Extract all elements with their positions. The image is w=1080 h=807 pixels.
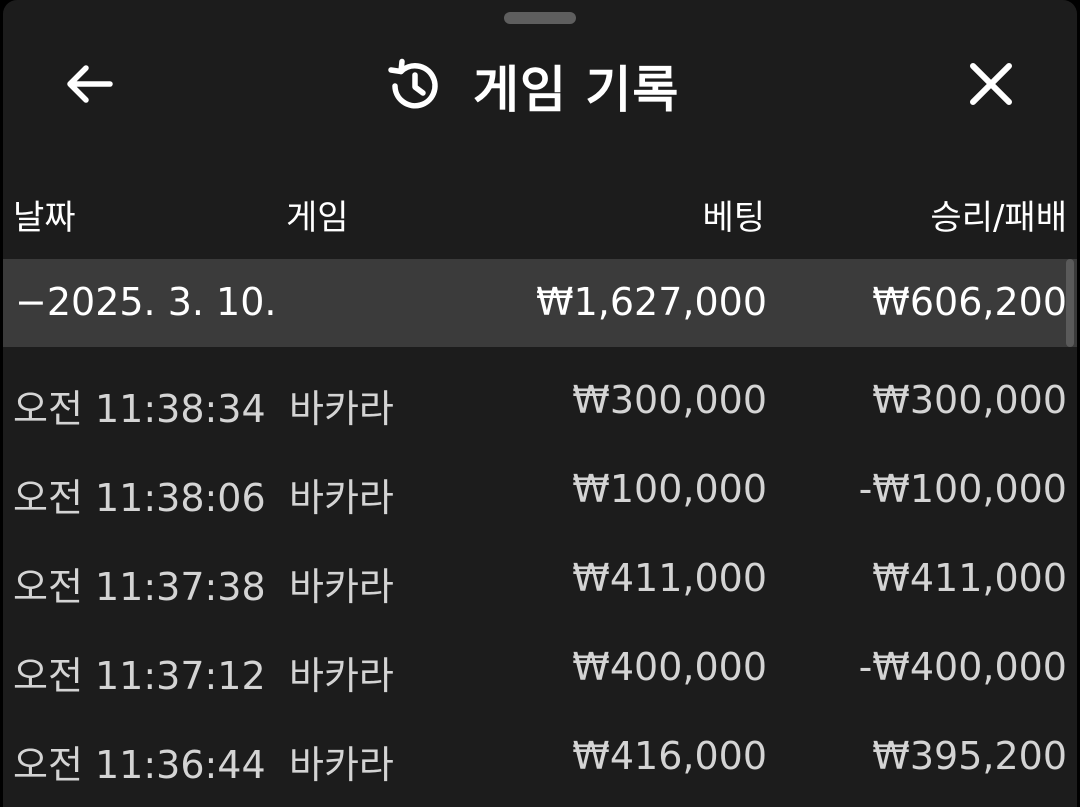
table-header: 날짜 게임 베팅 승리/패배 — [3, 178, 1077, 248]
row-time: 오전 11:38:34 — [13, 387, 266, 431]
table-row[interactable]: 오전 11:38:06 바카라 ₩100,000 -₩100,000 — [3, 445, 1077, 534]
row-bet: ₩400,000 — [572, 645, 767, 689]
date-group-result-total: ₩606,200 — [872, 280, 1067, 324]
row-result: -₩400,000 — [858, 645, 1067, 689]
row-game: 바카라 — [289, 476, 394, 520]
row-time: 오전 11:36:44 — [13, 743, 266, 787]
row-bet: ₩100,000 — [572, 467, 767, 511]
back-arrow-icon — [64, 64, 114, 108]
date-group-bet-total: ₩1,627,000 — [536, 280, 767, 324]
history-list: 오전 11:38:34 바카라 ₩300,000 ₩300,000 오전 11:… — [3, 356, 1077, 801]
row-time: 오전 11:37:38 — [13, 565, 266, 609]
header: 게임 기록 — [3, 40, 1077, 132]
row-time: 오전 11:38:06 — [13, 476, 266, 520]
date-group-label: −2025. 3. 10. — [15, 280, 276, 324]
row-result: ₩300,000 — [872, 378, 1067, 422]
column-header-date: 날짜 — [13, 198, 76, 238]
row-result: -₩100,000 — [858, 467, 1067, 511]
date-group-row[interactable]: −2025. 3. 10. ₩1,627,000 ₩606,200 — [3, 259, 1077, 347]
table-row[interactable]: 오전 11:37:12 바카라 ₩400,000 -₩400,000 — [3, 623, 1077, 712]
row-bet: ₩411,000 — [572, 556, 767, 600]
drag-handle[interactable] — [504, 12, 576, 24]
title-group: 게임 기록 — [383, 50, 679, 122]
row-time: 오전 11:37:12 — [13, 654, 266, 698]
row-game: 바카라 — [289, 565, 394, 609]
close-button[interactable] — [955, 54, 1027, 118]
table-row[interactable]: 오전 11:37:38 바카라 ₩411,000 ₩411,000 — [3, 534, 1077, 623]
page-title: 게임 기록 — [473, 61, 680, 119]
column-header-game: 게임 — [286, 198, 349, 238]
collapse-toggle[interactable]: − — [15, 280, 47, 324]
row-bet: ₩300,000 — [572, 378, 767, 422]
history-icon — [383, 55, 445, 117]
column-header-bet: 베팅 — [702, 198, 765, 238]
row-result: ₩411,000 — [872, 556, 1067, 600]
table-row[interactable]: 오전 11:36:44 바카라 ₩416,000 ₩395,200 — [3, 712, 1077, 801]
back-button[interactable] — [53, 54, 125, 118]
column-header-result: 승리/패배 — [930, 198, 1067, 238]
row-game: 바카라 — [289, 654, 394, 698]
row-game: 바카라 — [289, 743, 394, 787]
row-bet: ₩416,000 — [572, 734, 767, 778]
row-game: 바카라 — [289, 387, 394, 431]
game-history-sheet: 게임 기록 날짜 게임 베팅 승리/패배 −2025. 3. 10. ₩1,62… — [3, 0, 1077, 807]
date-group-date: 2025. 3. 10. — [46, 280, 277, 324]
row-result: ₩395,200 — [872, 734, 1067, 778]
scrollbar[interactable] — [1066, 259, 1074, 347]
close-icon — [968, 61, 1014, 111]
table-row[interactable]: 오전 11:38:34 바카라 ₩300,000 ₩300,000 — [3, 356, 1077, 445]
